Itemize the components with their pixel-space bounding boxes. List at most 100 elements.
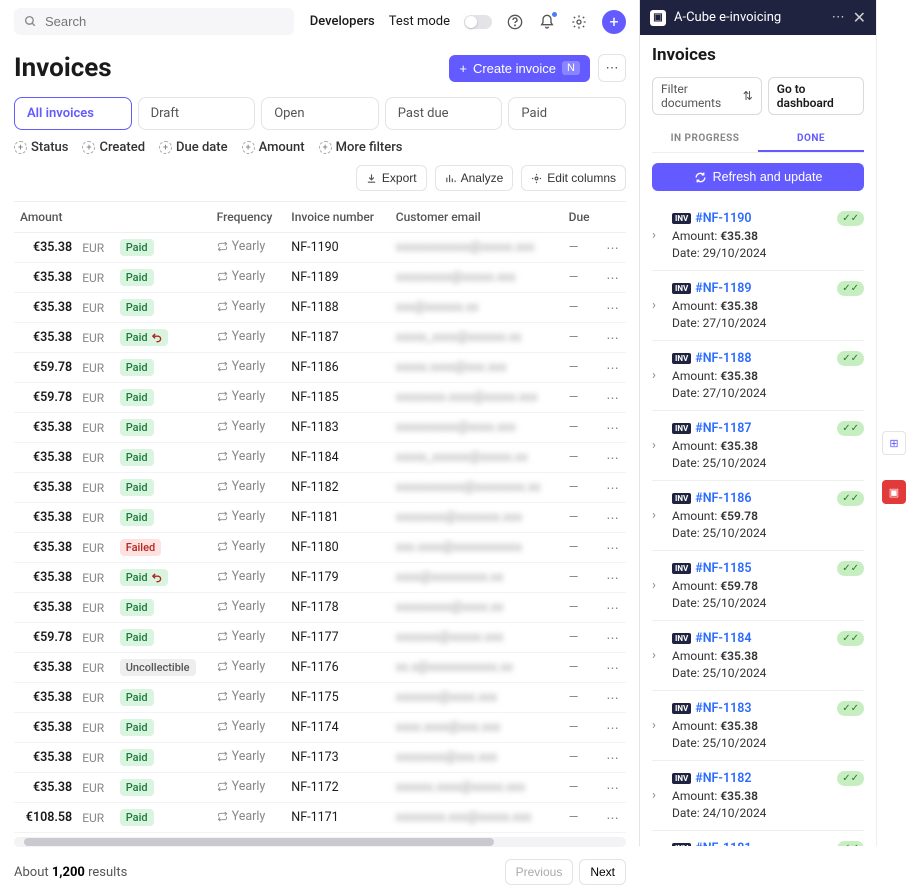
table-row[interactable]: €59.78EURPaid YearlyNF-1186xxxxx.xxxx@xx…	[14, 353, 626, 383]
table-row[interactable]: €35.38EURPaid YearlyNF-1175xxxxxxx@xxxx.…	[14, 683, 626, 713]
column-due[interactable]: Due	[563, 202, 599, 233]
row-more-button[interactable]: ⋯	[599, 473, 626, 503]
table-row[interactable]: €108.58EURPaid YearlyNF-1171xxxxxxxx.xxx…	[14, 803, 626, 833]
panel-invoice-item[interactable]: ›INV#NF-1185✓✓Amount: €59.78Date: 25/10/…	[652, 551, 864, 621]
column-frequency[interactable]: Frequency	[211, 202, 286, 233]
filter-more-filters[interactable]: +More filters	[319, 140, 403, 155]
table-row[interactable]: €35.38EURPaid YearlyNF-1173xxxxxxxx@xxx.…	[14, 743, 626, 773]
go-to-dashboard-button[interactable]: Go to dashboard	[768, 77, 864, 115]
chevron-right-icon[interactable]: ›	[652, 228, 664, 243]
table-row[interactable]: €35.38EURPaid YearlyNF-1179xxxx@xxxxxxxx…	[14, 563, 626, 593]
refresh-button[interactable]: Refresh and update	[652, 163, 864, 191]
row-more-button[interactable]: ⋯	[599, 533, 626, 563]
invoice-link[interactable]: #NF-1181	[695, 841, 751, 846]
panel-close-icon[interactable]: ✕	[853, 8, 866, 27]
table-row[interactable]: €35.38EURPaid YearlyNF-1189xxxxxxxxx@xxx…	[14, 263, 626, 293]
panel-more-icon[interactable]: ⋯	[832, 10, 845, 25]
filter-amount[interactable]: +Amount	[242, 140, 305, 155]
help-icon[interactable]	[506, 13, 524, 31]
settings-icon[interactable]	[570, 13, 588, 31]
more-actions-button[interactable]: ⋯	[598, 54, 626, 82]
add-button[interactable]: +	[602, 10, 626, 34]
row-more-button[interactable]: ⋯	[599, 653, 626, 683]
chevron-right-icon[interactable]: ›	[652, 841, 664, 846]
row-more-button[interactable]: ⋯	[599, 413, 626, 443]
panel-invoice-item[interactable]: ›INV#NF-1186✓✓Amount: €59.78Date: 25/10/…	[652, 481, 864, 551]
search-box[interactable]	[14, 8, 294, 35]
row-more-button[interactable]: ⋯	[599, 503, 626, 533]
row-more-button[interactable]: ⋯	[599, 443, 626, 473]
row-more-button[interactable]: ⋯	[599, 773, 626, 803]
table-row[interactable]: €35.38EURPaid YearlyNF-1181xxxxxxxx@xxxx…	[14, 503, 626, 533]
invoice-link[interactable]: #NF-1189	[695, 281, 751, 296]
panel-invoice-item[interactable]: ›INV#NF-1188✓✓Amount: €35.38Date: 27/10/…	[652, 341, 864, 411]
row-more-button[interactable]: ⋯	[599, 623, 626, 653]
row-more-button[interactable]: ⋯	[599, 803, 626, 833]
invoice-link[interactable]: #NF-1184	[695, 631, 751, 646]
invoice-link[interactable]: #NF-1188	[695, 351, 751, 366]
invoice-link[interactable]: #NF-1186	[695, 491, 751, 506]
invoice-link[interactable]: #NF-1185	[695, 561, 751, 576]
test-mode-toggle[interactable]	[464, 15, 492, 29]
column-invoice-number[interactable]: Invoice number	[285, 202, 389, 233]
row-more-button[interactable]: ⋯	[599, 743, 626, 773]
next-button[interactable]: Next	[579, 859, 626, 885]
acube-rail-icon[interactable]: ▣	[882, 480, 906, 504]
notifications-icon[interactable]	[538, 13, 556, 31]
tab-open[interactable]: Open	[261, 97, 379, 130]
panel-invoice-item[interactable]: ›INV#NF-1182✓✓Amount: €35.38Date: 24/10/…	[652, 761, 864, 831]
row-more-button[interactable]: ⋯	[599, 293, 626, 323]
table-row[interactable]: €35.38EURPaid YearlyNF-1172xxxxxx.xxxx@x…	[14, 773, 626, 803]
table-row[interactable]: €59.78EURPaid YearlyNF-1177xxxxxxx@xxxxx…	[14, 623, 626, 653]
tab-paid[interactable]: Paid	[508, 97, 626, 130]
previous-button[interactable]: Previous	[505, 859, 574, 885]
row-more-button[interactable]: ⋯	[599, 263, 626, 293]
chevron-right-icon[interactable]: ›	[652, 788, 664, 803]
table-row[interactable]: €59.78EURPaid YearlyNF-1185xxxxxxxx.xxxx…	[14, 383, 626, 413]
chevron-right-icon[interactable]: ›	[652, 508, 664, 523]
table-row[interactable]: €35.38EURUncollectible YearlyNF-1176xx.x…	[14, 653, 626, 683]
row-more-button[interactable]: ⋯	[599, 323, 626, 353]
create-invoice-button[interactable]: + Create invoice N	[449, 55, 590, 82]
invoice-link[interactable]: #NF-1190	[695, 211, 751, 226]
table-row[interactable]: €35.38EURPaid YearlyNF-1190xxxxxxxxxxxx@…	[14, 233, 626, 263]
table-row[interactable]: €35.38EURPaid YearlyNF-1187xxxxx_xxxx@xx…	[14, 323, 626, 353]
column-customer-email[interactable]: Customer email	[390, 202, 563, 233]
invoice-link[interactable]: #NF-1182	[695, 771, 751, 786]
row-more-button[interactable]: ⋯	[599, 593, 626, 623]
filter-created[interactable]: +Created	[82, 140, 145, 155]
export-button[interactable]: Export	[356, 165, 427, 191]
filter-due-date[interactable]: +Due date	[159, 140, 228, 155]
panel-invoice-item[interactable]: ›INV#NF-1181✓✓	[652, 831, 864, 846]
apps-icon[interactable]: ⊞	[882, 431, 906, 455]
table-row[interactable]: €35.38EURFailed YearlyNF-1180xxx.xxxx@xx…	[14, 533, 626, 563]
chevron-right-icon[interactable]: ›	[652, 718, 664, 733]
panel-invoice-item[interactable]: ›INV#NF-1189✓✓Amount: €35.38Date: 27/10/…	[652, 271, 864, 341]
row-more-button[interactable]: ⋯	[599, 353, 626, 383]
invoice-link[interactable]: #NF-1187	[695, 421, 751, 436]
tab-all-invoices[interactable]: All invoices	[14, 97, 132, 130]
table-row[interactable]: €35.38EURPaid YearlyNF-1178xxxxxxxxx@xxx…	[14, 593, 626, 623]
column-amount[interactable]: Amount	[14, 202, 211, 233]
row-more-button[interactable]: ⋯	[599, 563, 626, 593]
tab-past-due[interactable]: Past due	[385, 97, 503, 130]
panel-invoice-item[interactable]: ›INV#NF-1183✓✓Amount: €35.38Date: 25/10/…	[652, 691, 864, 761]
table-row[interactable]: €35.38EURPaid YearlyNF-1184xxxxx_xxxxxx@…	[14, 443, 626, 473]
developers-link[interactable]: Developers	[310, 14, 375, 29]
table-row[interactable]: €35.38EURPaid YearlyNF-1182xxxxxxxxxxx@x…	[14, 473, 626, 503]
panel-invoice-item[interactable]: ›INV#NF-1187✓✓Amount: €35.38Date: 25/10/…	[652, 411, 864, 481]
chevron-right-icon[interactable]: ›	[652, 298, 664, 313]
invoice-link[interactable]: #NF-1183	[695, 701, 751, 716]
row-more-button[interactable]: ⋯	[599, 683, 626, 713]
tab-draft[interactable]: Draft	[138, 97, 256, 130]
filter-documents-dropdown[interactable]: Filter documents ⇅	[652, 77, 762, 115]
analyze-button[interactable]: Analyze	[435, 165, 514, 191]
tab-in-progress[interactable]: IN PROGRESS	[652, 127, 758, 152]
chevron-right-icon[interactable]: ›	[652, 368, 664, 383]
filter-status[interactable]: +Status	[14, 140, 68, 155]
chevron-right-icon[interactable]: ›	[652, 438, 664, 453]
tab-done[interactable]: DONE	[758, 127, 864, 152]
search-input[interactable]	[45, 14, 284, 29]
panel-invoice-item[interactable]: ›INV#NF-1190✓✓Amount: €35.38Date: 29/10/…	[652, 201, 864, 271]
table-row[interactable]: €35.38EURPaid YearlyNF-1183xxxxxxxxxx@xx…	[14, 413, 626, 443]
